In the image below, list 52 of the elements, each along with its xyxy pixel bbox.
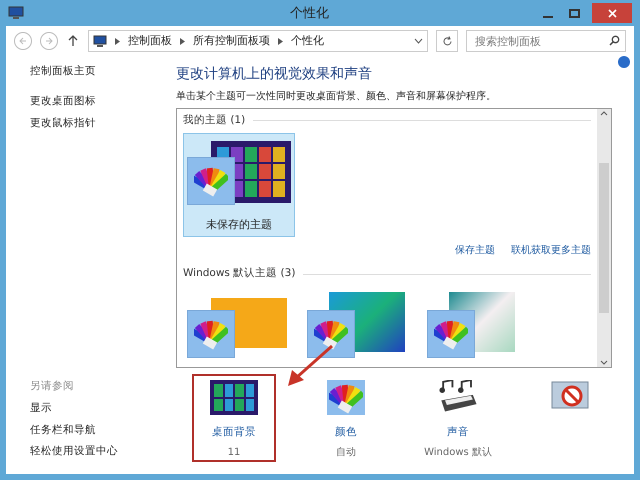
theme-group-heading: 我的主题 (1) <box>183 113 246 128</box>
scrollbar-thumb[interactable] <box>599 163 609 313</box>
setting-label: 颜色 <box>335 425 357 440</box>
help-icon <box>618 56 630 68</box>
left-arrow-icon <box>19 37 27 45</box>
scroll-up-icon <box>600 111 608 116</box>
theme-link[interactable]: 保存主题 <box>455 243 495 258</box>
monitor-icon <box>93 35 107 47</box>
breadcrumb-item[interactable]: 所有控制面板项 <box>193 32 270 50</box>
breadcrumb-item[interactable]: 控制面板 <box>128 32 172 50</box>
maximize-button[interactable] <box>569 8 580 18</box>
theme-tile[interactable]: 未保存的主题 <box>183 132 295 238</box>
setting-label: 声音 <box>447 425 469 440</box>
setting-value: 11 <box>228 446 240 460</box>
refresh-icon <box>442 36 452 46</box>
monitor-icon <box>8 6 24 20</box>
sidebar-link[interactable]: 任务栏和导航 <box>30 422 152 438</box>
sidebar-link[interactable]: 轻松使用设置中心 <box>30 444 152 460</box>
search-field[interactable]: 搜索控制面板 <box>466 30 626 52</box>
theme-name: 未保存的主题 <box>206 216 272 233</box>
page-description: 单击某个主题可一次性同时更改桌面背景、颜色、声音和屏幕保护程序。 <box>176 90 497 104</box>
up-arrow-icon <box>68 35 78 47</box>
see-also-heading: 另请参阅 <box>30 379 75 394</box>
scrollbar[interactable] <box>597 109 611 367</box>
theme-group-heading: Windows 默认主题 (3) <box>183 266 296 282</box>
right-arrow-icon <box>45 37 53 45</box>
chevron-icon <box>115 38 120 44</box>
setting-item[interactable]: 桌面背景 11 <box>192 374 276 462</box>
setting-value: Windows 默认 <box>424 446 492 460</box>
close-icon <box>608 8 616 18</box>
scroll-down-icon <box>600 360 608 365</box>
desktop-wallpaper-thumbnail <box>210 380 258 416</box>
theme-link[interactable]: 联机获取更多主题 <box>511 243 591 258</box>
close-button[interactable] <box>592 3 632 23</box>
up-button[interactable] <box>66 33 80 49</box>
sidebar-link[interactable]: 显示 <box>30 400 152 416</box>
sidebar-link[interactable]: 控制面板主页 <box>30 64 152 80</box>
setting-value: 自动 <box>336 446 356 460</box>
dropdown-caret-icon <box>414 38 423 44</box>
setting-label: 桌面背景 <box>212 425 256 440</box>
sidebar-link[interactable]: 更改桌面图标 <box>30 94 152 110</box>
search-icon <box>609 35 620 46</box>
setting-item[interactable]: 颜色 自动 <box>304 374 388 462</box>
breadcrumb-item[interactable]: 个性化 <box>291 32 324 50</box>
address-bar[interactable]: 控制面板 所有控制面板项 个性化 <box>88 30 428 52</box>
chevron-icon <box>180 38 185 44</box>
window-title: 个性化 <box>290 5 329 23</box>
sidebar-link[interactable]: 更改鼠标指针 <box>30 116 152 132</box>
chevron-icon <box>278 38 283 44</box>
page-heading: 更改计算机上的视觉效果和声音 <box>176 65 373 84</box>
setting-item[interactable]: 声音 Windows 默认 <box>416 374 500 462</box>
refresh-button[interactable] <box>436 30 458 52</box>
